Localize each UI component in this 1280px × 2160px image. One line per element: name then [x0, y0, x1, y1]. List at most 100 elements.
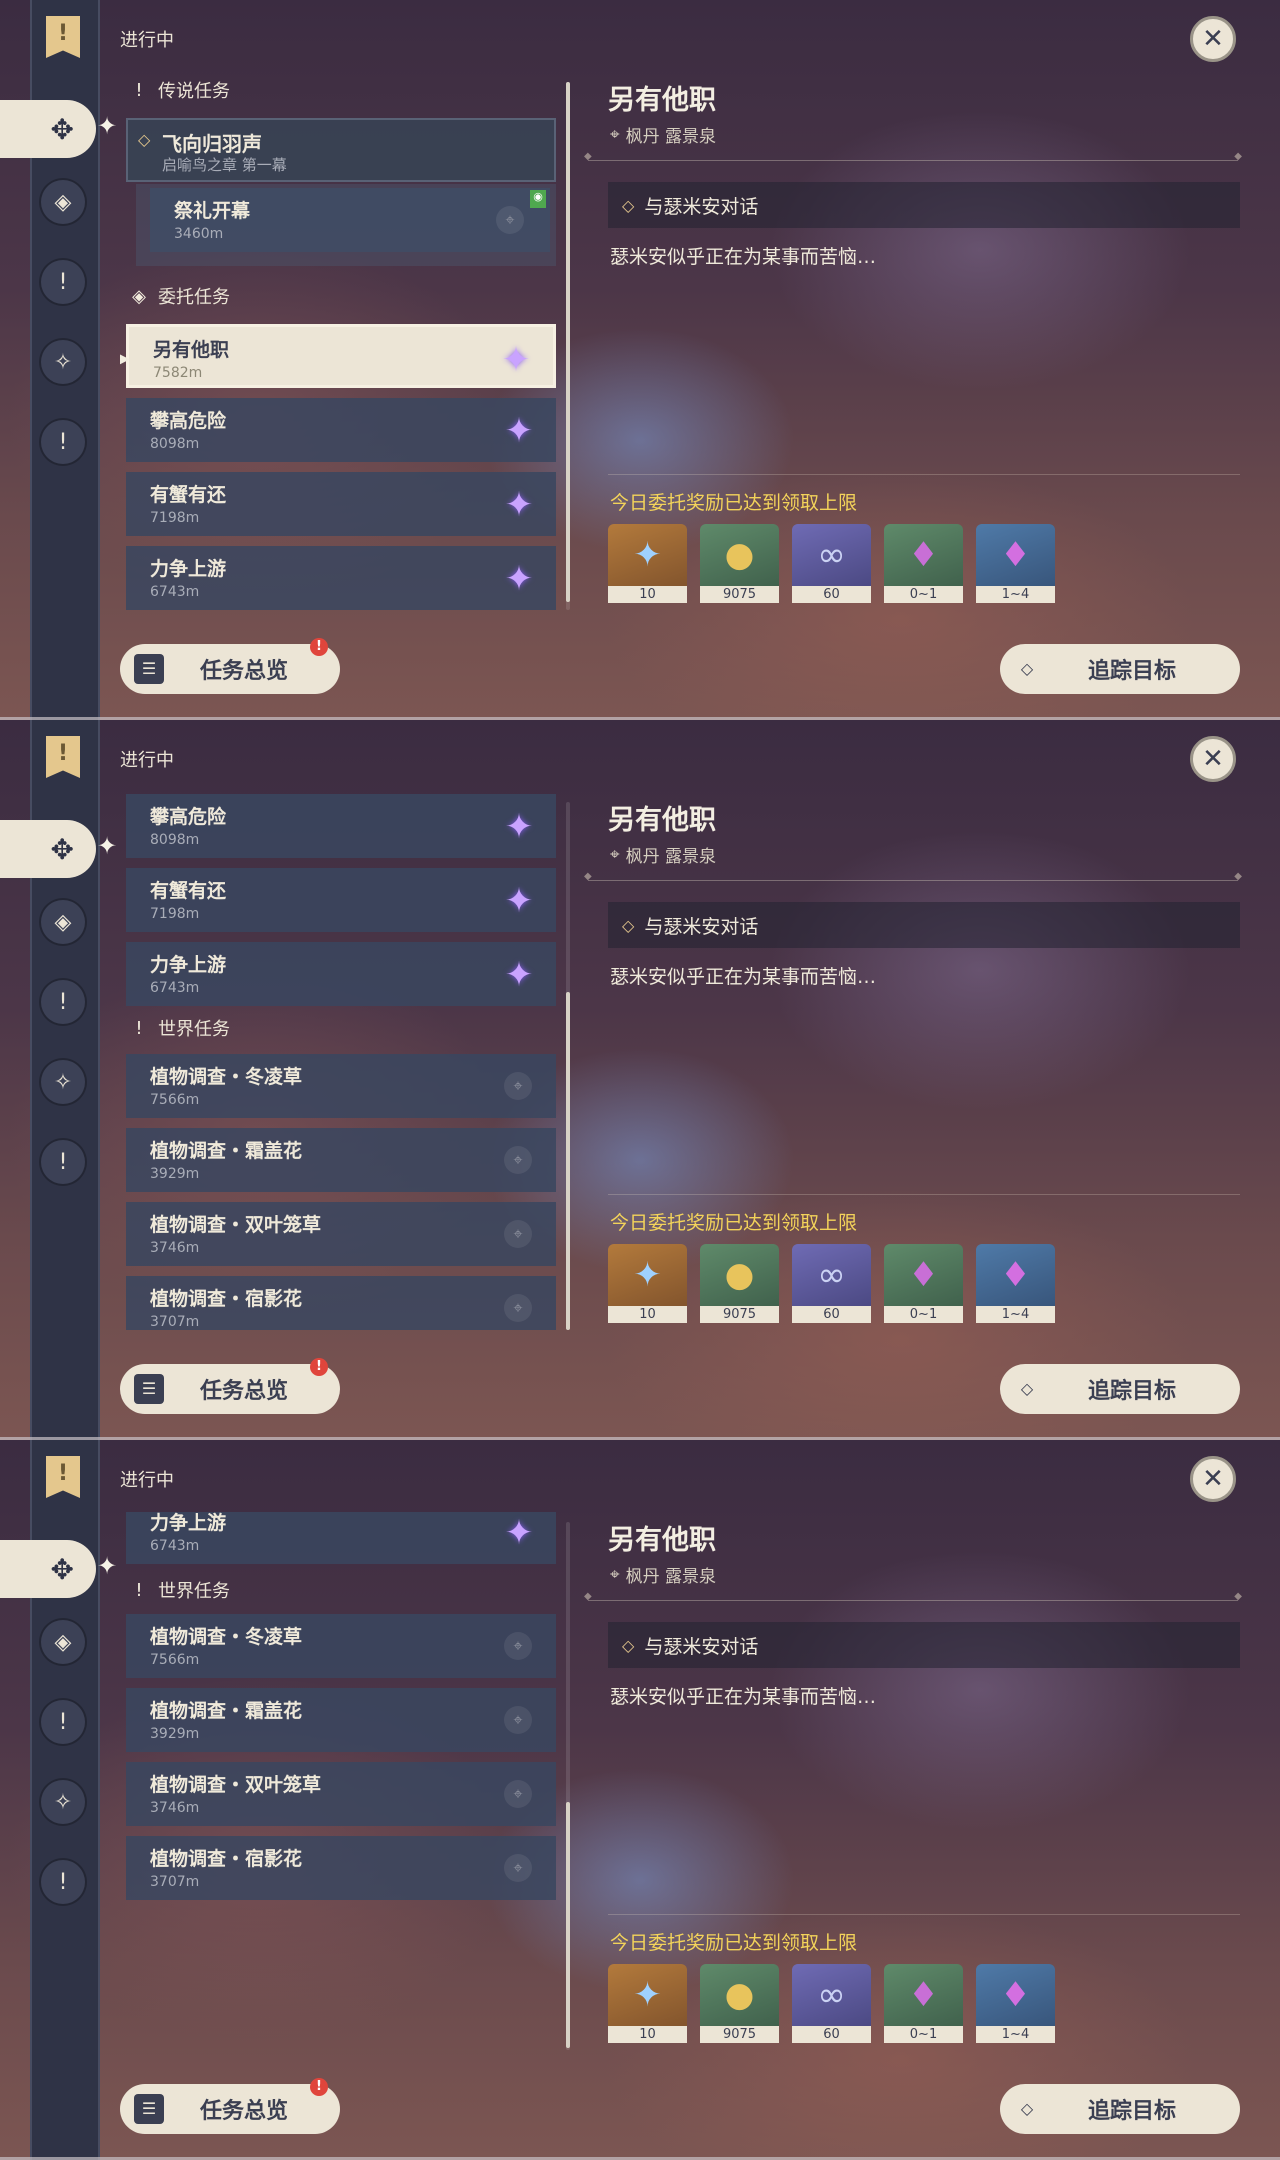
reward-item[interactable]: ♦ 1~4	[976, 1244, 1055, 1323]
world-quest-name: 植物调查・宿影花	[150, 1288, 303, 1310]
story-quest-icon[interactable]: !	[41, 1700, 85, 1744]
reward-count: 9075	[700, 2026, 779, 2043]
reward-item[interactable]: ♦ 0~1	[884, 524, 963, 603]
world-quest-card[interactable]: 植物调查・冬凌草 7566m ⌖	[126, 1054, 556, 1118]
reward-item[interactable]: ∞ 60	[792, 524, 871, 603]
commission-distance: 7198m	[150, 906, 200, 922]
commission-star-icon: ✦	[501, 340, 531, 380]
reward-item[interactable]: ∞ 60	[792, 1964, 871, 2043]
world-quest-card[interactable]: 植物调查・双叶笼草 3746m ⌖	[126, 1762, 556, 1826]
quest-panel-1: ! ✥ ✦ ◈ ! ✧ ! 进行中 ! 传说任务 ◇ 飞向归羽声 启喻鸟之章 第…	[0, 0, 1280, 720]
reward-item[interactable]: ✦ 10	[608, 1964, 687, 2043]
archon-quest-icon[interactable]: ◈	[41, 900, 85, 944]
adventure-exp-icon: ✦	[633, 535, 662, 575]
list-scrollbar[interactable]	[566, 1522, 570, 2050]
world-quest-icon[interactable]: ✧	[41, 1780, 85, 1824]
reward-item[interactable]: ♦ 0~1	[884, 1964, 963, 2043]
legend-subquest-card[interactable]: 祭礼开幕 3460m ⌖ ◉	[150, 188, 550, 252]
section-world-label: 世界任务	[158, 1019, 230, 1040]
close-button[interactable]: ✕	[1190, 736, 1236, 782]
track-target-button[interactable]: ◇ 追踪目标	[1000, 644, 1240, 694]
story-quest-icon[interactable]: !	[41, 260, 85, 304]
close-button[interactable]: ✕	[1190, 16, 1236, 62]
exclamation-icon: !	[135, 1017, 143, 1039]
location-pin-icon[interactable]: ⌖	[504, 1632, 532, 1660]
commission-card[interactable]: 力争上游 6743m ✦	[126, 1512, 556, 1564]
commission-tab-icon[interactable]: ✥	[0, 1540, 96, 1598]
world-quest-distance: 3746m	[150, 1240, 200, 1256]
location-pin-icon[interactable]: ⌖	[504, 1854, 532, 1882]
reward-count: 10	[608, 2026, 687, 2043]
location-pin-icon[interactable]: ⌖	[504, 1294, 532, 1322]
commission-card[interactable]: 有蟹有还 7198m ✦	[126, 472, 556, 536]
reward-list: ✦ 10 ● 9075 ∞ 60 ♦ 0~1 ♦ 1~4	[608, 524, 1055, 603]
world-quest-card[interactable]: 植物调查・宿影花 3707m ⌖	[126, 1276, 556, 1330]
crystal-fragment-icon: ♦	[908, 1255, 939, 1295]
quest-overview-button[interactable]: ☰ 任务总览	[120, 1364, 340, 1414]
scroll-thumb[interactable]	[566, 82, 570, 602]
section-legend-label: 传说任务	[158, 81, 230, 102]
commission-card[interactable]: ▶ 另有他职 7582m ✦	[120, 324, 556, 388]
location-pin-icon[interactable]: ⌖	[504, 1146, 532, 1174]
reward-item[interactable]: ✦ 10	[608, 1244, 687, 1323]
objective-row: ◇ 与瑟米安对话	[608, 1622, 1240, 1668]
world-quest-distance: 3929m	[150, 1166, 200, 1182]
story-quest-icon[interactable]: !	[41, 980, 85, 1024]
exclamation-icon[interactable]: !	[41, 1140, 85, 1184]
world-quest-card[interactable]: 植物调查・霜盖花 3929m ⌖	[126, 1128, 556, 1192]
commission-tab-icon[interactable]: ✥	[0, 820, 96, 878]
quest-overview-button[interactable]: ☰ 任务总览	[120, 644, 340, 694]
commission-distance: 8098m	[150, 436, 200, 452]
reward-item[interactable]: ♦ 0~1	[884, 1244, 963, 1323]
world-quest-distance: 3707m	[150, 1874, 200, 1890]
world-quest-icon[interactable]: ✧	[41, 1060, 85, 1104]
commission-tab-icon[interactable]: ✥	[0, 100, 96, 158]
world-quest-card[interactable]: 植物调查・霜盖花 3929m ⌖	[126, 1688, 556, 1752]
quest-list: 攀高危险 8098m ✦ 有蟹有还 7198m ✦ 力争上游 6743m ✦ !…	[120, 792, 560, 1330]
reward-item[interactable]: ✦ 10	[608, 524, 687, 603]
scroll-thumb[interactable]	[566, 1802, 570, 2048]
exclamation-icon: !	[135, 1579, 143, 1601]
commission-card[interactable]: 力争上游 6743m ✦	[126, 546, 556, 610]
location-pin-icon[interactable]: ⌖	[504, 1706, 532, 1734]
reward-count: 60	[792, 586, 871, 603]
exclamation-icon[interactable]: !	[41, 1860, 85, 1904]
commission-card[interactable]: 攀高危险 8098m ✦	[126, 794, 556, 858]
legend-quest-card[interactable]: ◇ 飞向归羽声 启喻鸟之章 第一幕	[126, 118, 556, 182]
reward-item[interactable]: ● 9075	[700, 524, 779, 603]
list-scrollbar[interactable]	[566, 82, 570, 610]
track-label: 追踪目标	[1088, 1379, 1177, 1404]
reward-item[interactable]: ∞ 60	[792, 1244, 871, 1323]
reward-item[interactable]: ♦ 1~4	[976, 1964, 1055, 2043]
commission-card[interactable]: 攀高危险 8098m ✦	[126, 398, 556, 462]
selected-arrow-icon: ▶	[120, 351, 130, 367]
world-quest-card[interactable]: 植物调查・宿影花 3707m ⌖	[126, 1836, 556, 1900]
world-quest-distance: 3929m	[150, 1726, 200, 1742]
reward-item[interactable]: ● 9075	[700, 1964, 779, 2043]
track-target-button[interactable]: ◇ 追踪目标	[1000, 1364, 1240, 1414]
world-quest-card[interactable]: 植物调查・冬凌草 7566m ⌖	[126, 1614, 556, 1678]
archon-quest-icon[interactable]: ◈	[41, 1620, 85, 1664]
close-button[interactable]: ✕	[1190, 1456, 1236, 1502]
location-pin-icon[interactable]: ⌖	[496, 206, 524, 234]
world-quest-card[interactable]: 植物调查・双叶笼草 3746m ⌖	[126, 1202, 556, 1266]
location-pin-icon[interactable]: ⌖	[504, 1220, 532, 1248]
reward-count: 10	[608, 1306, 687, 1323]
reward-item[interactable]: ♦ 1~4	[976, 524, 1055, 603]
legend-quest-name: 飞向归羽声	[162, 132, 262, 156]
world-quest-distance: 7566m	[150, 1092, 200, 1108]
track-target-button[interactable]: ◇ 追踪目标	[1000, 2084, 1240, 2134]
world-quest-icon[interactable]: ✧	[41, 340, 85, 384]
location-pin-icon[interactable]: ⌖	[504, 1072, 532, 1100]
scroll-thumb[interactable]	[566, 992, 570, 1330]
exclamation-icon[interactable]: !	[41, 420, 85, 464]
commission-card[interactable]: 有蟹有还 7198m ✦	[126, 868, 556, 932]
list-scrollbar[interactable]	[566, 802, 570, 1330]
commission-card[interactable]: 力争上游 6743m ✦	[126, 942, 556, 1006]
adventure-exp-icon: ✦	[633, 1975, 662, 2015]
location-pin-icon[interactable]: ⌖	[504, 1780, 532, 1808]
archon-quest-icon[interactable]: ◈	[41, 180, 85, 224]
detail-title: 另有他职	[608, 805, 716, 836]
reward-item[interactable]: ● 9075	[700, 1244, 779, 1323]
quest-overview-button[interactable]: ☰ 任务总览	[120, 2084, 340, 2134]
